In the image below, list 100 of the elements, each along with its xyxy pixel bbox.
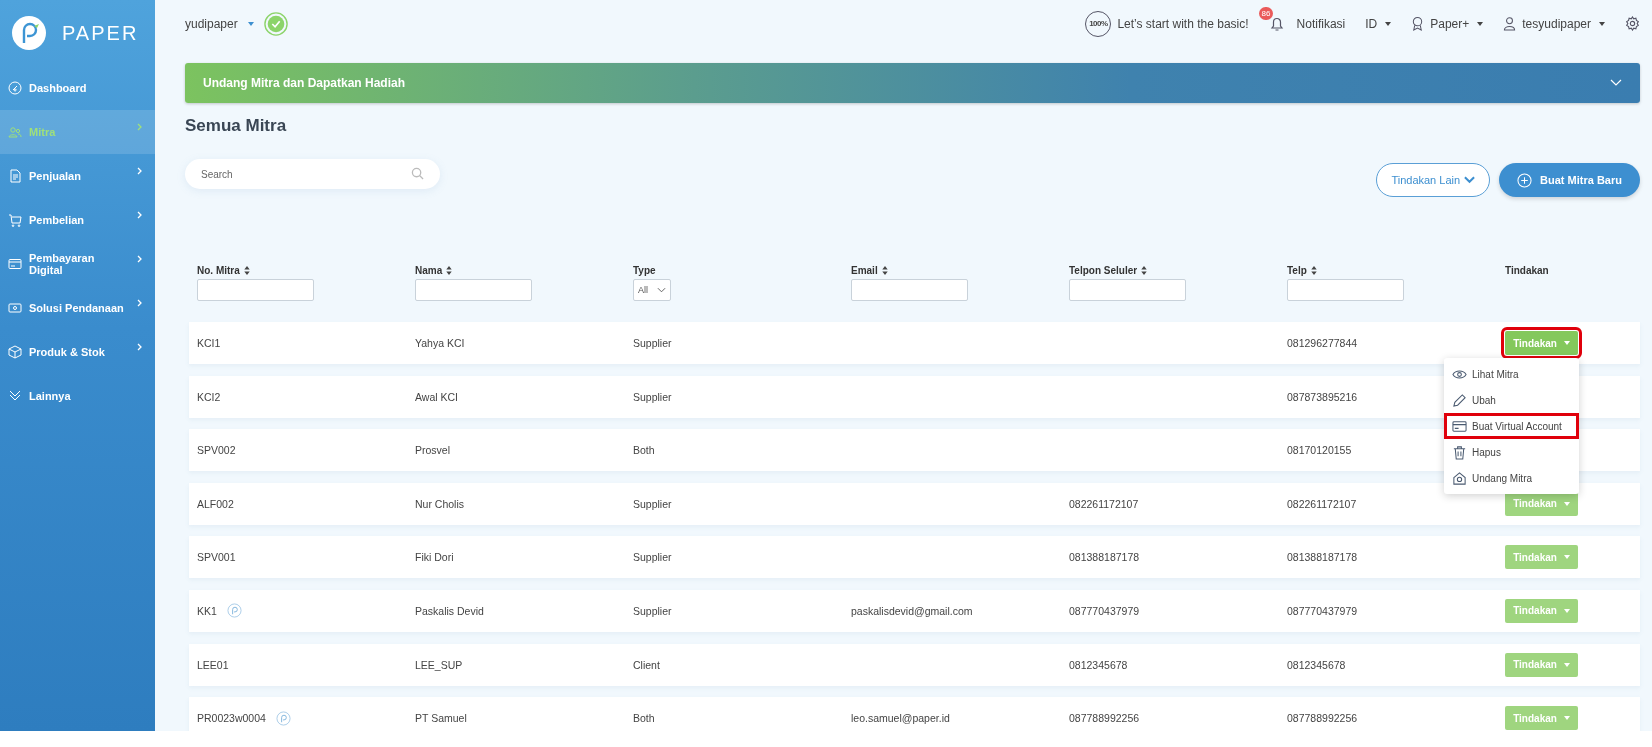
partner-name: Yahya KCI	[415, 337, 465, 349]
mitra-number: KCI2	[197, 390, 221, 403]
logo-icon	[12, 16, 46, 50]
card-icon	[1452, 418, 1467, 434]
column-header[interactable]: Telp	[1287, 264, 1317, 276]
chevron-icon	[137, 343, 143, 351]
mitra-number: SPV002	[197, 444, 236, 457]
dashboard-icon	[8, 81, 22, 95]
settings-icon[interactable]	[1625, 16, 1640, 31]
partner-type: Both	[633, 444, 655, 457]
cart-icon	[8, 213, 22, 227]
partner-type: Supplier	[633, 604, 672, 617]
chevron-icon	[137, 123, 143, 131]
partner-type: Both	[633, 712, 655, 725]
chevron-icon	[137, 255, 143, 263]
language-selector[interactable]: ID	[1365, 16, 1392, 31]
pencil-icon	[1452, 392, 1467, 408]
phone-number: 08170120155	[1287, 444, 1352, 457]
search-field[interactable]: Search	[185, 159, 440, 189]
chevron-icon	[657, 287, 666, 293]
column-header[interactable]: Telpon Seluler	[1069, 264, 1148, 276]
menu-item[interactable]: Undang Mitra	[1444, 465, 1579, 491]
trash-icon	[1452, 444, 1467, 460]
menu-item[interactable]: Buat Virtual Account	[1444, 413, 1579, 439]
sidebar-item[interactable]: Produk & Stok	[0, 330, 155, 374]
partner-type: Client	[633, 658, 660, 671]
sort-icon	[881, 265, 888, 275]
partner-type: Supplier	[633, 497, 672, 510]
mitra-number: SPV001	[197, 551, 236, 564]
column-header[interactable]: Tindakan	[1505, 264, 1549, 276]
partner-name: Prosvel	[415, 444, 450, 457]
bell-icon	[1268, 15, 1285, 32]
partner-type: Supplier	[633, 551, 672, 564]
mobile-number: 087770437979	[1069, 604, 1140, 617]
plan-menu[interactable]: Paper+	[1411, 16, 1484, 31]
more-actions-button[interactable]: Tindakan Lain	[1376, 163, 1491, 197]
filter-field[interactable]	[415, 279, 532, 301]
document-icon	[8, 169, 22, 183]
phone-number: 081388187178	[1287, 551, 1358, 564]
search-icon	[411, 167, 424, 180]
user-menu[interactable]: tesyudipaper	[1503, 16, 1605, 31]
brand-name: PAPER	[62, 21, 139, 45]
mitra-number: LEE01	[197, 658, 229, 671]
filter-field[interactable]	[1287, 279, 1404, 301]
mitra-number: ALF002	[197, 497, 234, 510]
money-icon	[8, 301, 22, 315]
verified-check-icon	[263, 11, 288, 36]
partner-name: Paskalis Devid	[415, 604, 484, 617]
menu-item[interactable]: Ubah	[1444, 387, 1579, 413]
column-header[interactable]: No. Mitra	[197, 264, 250, 276]
sort-icon	[1310, 265, 1317, 275]
sort-icon	[243, 265, 250, 275]
chevron-icon	[137, 211, 143, 219]
phone-number: 087770437979	[1287, 604, 1358, 617]
column-header[interactable]: Nama	[415, 264, 453, 276]
people-icon	[8, 125, 22, 139]
onboarding-link[interactable]: 100% Let’s start with the basic!	[1085, 10, 1249, 37]
column-header[interactable]: Type	[633, 264, 656, 276]
partner-email: leo.samuel@paper.id	[851, 712, 950, 725]
column-header[interactable]: Email	[851, 264, 888, 276]
phone-number: 081296277844	[1287, 337, 1358, 349]
partner-name: Fiki Dori	[415, 551, 454, 564]
card-icon	[8, 257, 22, 271]
mobile-number: 082261172107	[1069, 497, 1139, 510]
mitra-number: KK1	[197, 604, 217, 617]
award-icon	[1411, 16, 1425, 31]
chevron-icon	[137, 299, 143, 307]
notification-count: 86	[1258, 6, 1274, 20]
partner-type: Supplier	[633, 390, 672, 403]
chevron-icon	[1464, 176, 1476, 184]
plus-circle-icon	[1517, 172, 1533, 188]
filter-field[interactable]	[851, 279, 968, 301]
phone-number: 087788992256	[1287, 712, 1358, 725]
phone-number: 082261172107	[1287, 497, 1357, 510]
phone-number: 087873895216	[1287, 390, 1358, 403]
page-title: Semua Mitra	[185, 115, 288, 137]
mobile-number: 081388187178	[1069, 551, 1140, 564]
sidebar-item[interactable]: Lainnya	[0, 374, 155, 418]
company-switcher[interactable]: yudipaper	[185, 16, 254, 31]
filter-field[interactable]	[1069, 279, 1186, 301]
mitra-number: PR0023w0004	[197, 712, 266, 725]
partner-name: PT Samuel	[415, 712, 467, 725]
chevron-icon	[137, 167, 143, 175]
banner-title: Undang Mitra dan Dapatkan Hadiah	[203, 76, 406, 90]
partner-name: LEE_SUP	[415, 658, 463, 671]
user-icon	[1503, 16, 1517, 31]
type-filter-select[interactable]: All	[633, 279, 671, 301]
partner-name: Awal KCI	[415, 390, 458, 403]
menu-item[interactable]: Lihat Mitra	[1444, 361, 1579, 387]
mitra-number: KCI1	[197, 337, 221, 349]
partner-name: Nur Cholis	[415, 497, 464, 510]
menu-item[interactable]: Hapus	[1444, 439, 1579, 465]
partner-type: Supplier	[633, 337, 672, 349]
sort-icon	[446, 265, 453, 275]
filter-field[interactable]	[197, 279, 314, 301]
mobile-number: 0812345678	[1069, 658, 1128, 671]
sort-icon	[1141, 265, 1148, 275]
sidebar-item[interactable]: Solusi Pendanaan	[0, 286, 155, 330]
phone-number: 0812345678	[1287, 658, 1346, 671]
mobile-number: 087788992256	[1069, 712, 1140, 725]
